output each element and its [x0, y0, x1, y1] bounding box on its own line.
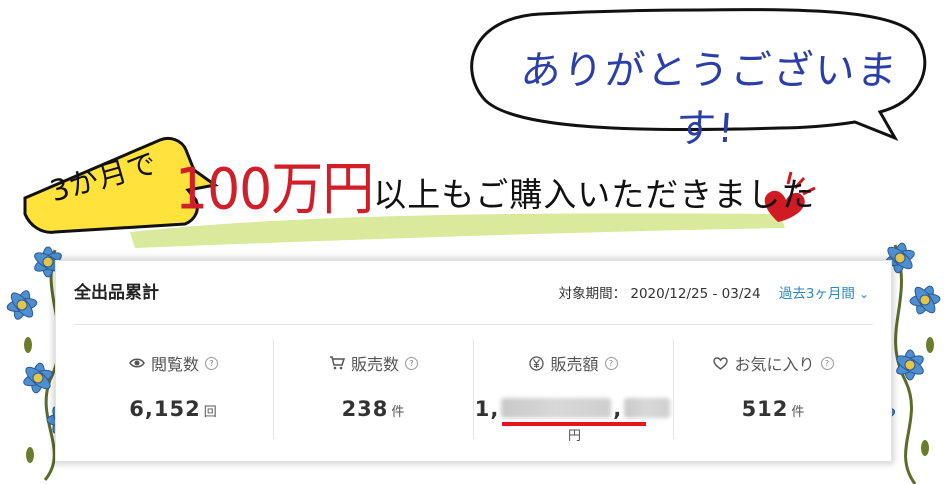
period-label: 対象期間： [558, 286, 627, 302]
stat-sales-amount-label: 販売額 [550, 355, 599, 374]
stat-sales-amount-suffix: , [613, 397, 623, 421]
stats-row: 閲覧数 ? 6,152 回 販売数 ? 238 件 販売額 ? 1, ,円 お気… [74, 339, 873, 444]
stat-views-value: 6,152 [129, 397, 201, 421]
redacted-amount [501, 398, 612, 418]
cart-icon [329, 356, 345, 370]
headline: 100万円以上もご購入いただきました [175, 146, 816, 223]
help-icon[interactable]: ? [604, 356, 618, 370]
bubble-text: ありがとうございます! [519, 48, 901, 152]
stat-sales-count-value: 238 [341, 397, 389, 421]
range-select[interactable]: 過去3ヶ月間 ⌄ [779, 286, 869, 302]
stat-sales-amount-unit: 円 [567, 429, 582, 444]
stat-sales-count: 販売数 ? 238 件 [273, 339, 473, 439]
redacted-amount [624, 398, 671, 418]
period-info: 対象期間： 2020/12/25 - 03/24 過去3ヶ月間 ⌄ [559, 282, 869, 302]
stat-sales-amount-prefix: 1, [474, 397, 500, 421]
help-icon[interactable]: ? [205, 356, 218, 370]
headline-rest: 以上もご購入いただきました [373, 175, 816, 214]
stat-favorites-unit: 件 [791, 405, 806, 420]
stat-favorites: お気に入り ? 512 件 [673, 339, 873, 439]
stat-views-label: 閲覧数 [150, 355, 199, 374]
stat-favorites-value: 512 [741, 397, 789, 421]
card-title: 全出品累計 [74, 283, 159, 303]
stat-views-unit: 回 [203, 405, 218, 420]
stat-sales-count-unit: 件 [391, 405, 406, 420]
stat-favorites-label: お気に入り [734, 355, 815, 374]
chevron-down-icon: ⌄ [858, 287, 869, 301]
stats-card: 全出品累計 対象期間： 2020/12/25 - 03/24 過去3ヶ月間 ⌄ 閲… [55, 260, 892, 462]
stat-sales-amount: 販売額 ? 1, , 円 [473, 339, 673, 444]
stat-sales-count-label: 販売数 [350, 355, 399, 374]
range-select-label: 過去3ヶ月間 [778, 286, 855, 302]
headline-amount: 100万円 [175, 156, 374, 223]
heart-outline-icon [713, 356, 729, 370]
help-icon[interactable]: ? [820, 356, 834, 370]
yen-icon [529, 355, 545, 371]
eye-icon [129, 358, 145, 368]
period-value: 2020/12/25 - 03/24 [630, 286, 761, 302]
red-underline [501, 422, 646, 426]
stat-views: 閲覧数 ? 6,152 回 [74, 339, 273, 439]
help-icon[interactable]: ? [405, 356, 418, 370]
divider [74, 324, 873, 325]
